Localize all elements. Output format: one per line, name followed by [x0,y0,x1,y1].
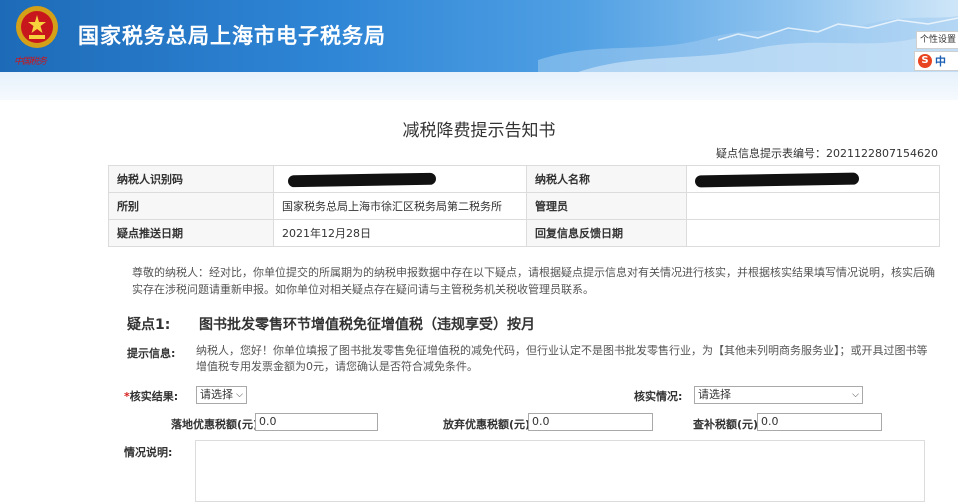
verify-status-label: 核实情况: [634,390,683,403]
landed-amount-label: 落地优惠税额(元) [171,418,259,431]
redaction-mark [287,172,437,187]
waived-amount-input[interactable]: 0.0 [528,413,653,431]
office-value: 国家税务总局上海市徐汇区税务局第二税务所 [273,192,527,220]
supplement-amount-input[interactable]: 0.0 [757,413,882,431]
manager-value [686,192,940,220]
taxpayer-name-label: 纳税人名称 [526,165,687,193]
issue-title: 图书批发零售环节增值税免征增值税（违规享受）按月 [199,317,535,333]
redaction-mark [694,172,860,187]
header-band [0,72,958,100]
hint-label: 提示信息: [127,347,176,360]
page-title: 减税降费提示告知书 [402,121,556,141]
issue-heading: 疑点1: 图书批发零售环节增值税免征增值税（违规享受）按月 [127,314,927,334]
taxpayer-info-table: 纳税人识别码 纳税人名称 所别 国家税务总局上海市徐汇区税务局第二税务所 管理员… [108,165,940,247]
personal-settings-link[interactable]: 个性设置 [916,31,958,49]
issue-number: 疑点1: [127,317,171,333]
landed-amount-input[interactable]: 0.0 [255,413,378,431]
verify-result-label-text: 核实结果: [129,390,179,403]
taxpayer-id-value [273,165,527,193]
table-row: 所别 国家税务总局上海市徐汇区税务局第二税务所 管理员 [108,192,940,220]
manager-label: 管理员 [526,192,687,220]
explanation-textarea[interactable] [195,440,925,502]
ime-language-label: 中 [935,55,946,68]
push-date-label: 疑点推送日期 [108,219,274,247]
verify-status-select[interactable]: 请选择 ⌵ [694,386,863,404]
chevron-down-icon: ⌵ [852,390,859,400]
ime-toolbar[interactable]: S 中 [914,51,958,71]
site-header: 中国税务 国家税务总局上海市电子税务局 个性设置 S 中 [0,0,958,72]
table-row: 纳税人识别码 纳税人名称 [108,165,940,193]
taxpayer-name-value [686,165,940,193]
great-wall-background [538,16,958,72]
sogou-ime-icon: S [918,54,932,68]
reply-date-value [686,219,940,247]
reply-date-label: 回复信息反馈日期 [526,219,687,247]
form-id-value: 2021122807154620 [826,147,938,160]
supplement-amount-label: 查补税额(元) [693,418,759,431]
hint-text: 纳税人，您好！你单位填报了图书批发零售免征增值税的减免代码，但行业认定不是图书批… [196,344,928,373]
verify-status-value: 请选择 [698,388,731,401]
explanation-label: 情况说明: [124,446,173,459]
verify-result-label: *核实结果: [124,388,178,404]
brand-signature: 中国税务 [14,57,47,67]
chevron-down-icon: ⌵ [236,390,243,400]
form-id-label: 疑点信息提示表编号： [716,147,827,160]
tax-emblem-icon [16,6,58,48]
table-row: 疑点推送日期 2021年12月28日 回复信息反馈日期 [108,219,940,247]
verify-result-select[interactable]: 请选择 ⌵ [196,386,247,404]
site-title: 国家税务总局上海市电子税务局 [78,24,386,48]
verify-result-value: 请选择 [200,388,233,401]
push-date-value: 2021年12月28日 [273,219,527,247]
taxpayer-id-label: 纳税人识别码 [108,165,274,193]
form-id: 疑点信息提示表编号：2021122807154620 [716,145,938,161]
notice-paragraph: 尊敬的纳税人：经对比，你单位提交的所属期为的纳税申报数据中存在以下疑点，请根据疑… [132,266,935,296]
office-label: 所别 [108,192,274,220]
waived-amount-label: 放弃优惠税额(元) [443,418,531,431]
